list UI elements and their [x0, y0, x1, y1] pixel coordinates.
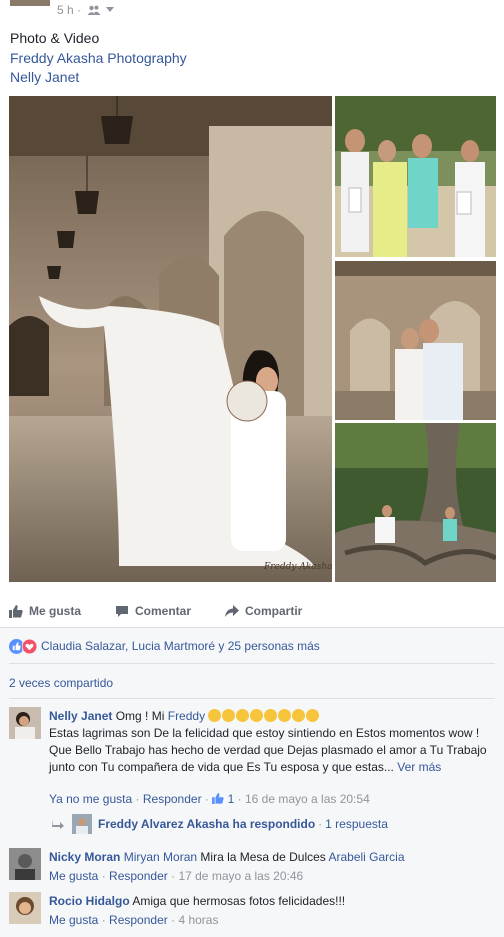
couple-kiss-photo-image	[335, 261, 496, 420]
tears-of-joy-emoji-icon	[264, 709, 278, 722]
main-photo[interactable]: Freddy Akasha	[9, 96, 332, 582]
family-tree-photo-image	[335, 423, 496, 582]
share-button[interactable]: Compartir	[225, 603, 302, 619]
comment-time[interactable]: 16 de mayo a las 20:54	[245, 792, 370, 806]
comment-body: Nelly Janet Omg ! Mi Freddy Estas lagrim…	[49, 708, 497, 776]
reply-count: 1 respuesta	[325, 817, 388, 831]
reactions-text: Claudia Salazar, Lucia Martmoré y 25 per…	[41, 639, 320, 653]
comment-meta: Me gusta · Responder · 17 de mayo a las …	[49, 869, 304, 883]
avatar	[72, 814, 92, 834]
reply-link[interactable]: Responder	[109, 869, 168, 883]
heart-eyes-emoji-icon	[236, 709, 250, 722]
heart-eyes-emoji-icon	[222, 709, 236, 722]
family-photo-love-image	[335, 96, 496, 257]
comment-time[interactable]: 17 de mayo a las 20:46	[178, 869, 303, 883]
main-photo-image: Freddy Akasha	[9, 96, 332, 582]
tears-of-joy-emoji-icon	[292, 709, 306, 722]
mention-link[interactable]: Miryan Moran	[124, 850, 197, 864]
comment-meta: Me gusta · Responder · 4 horas	[49, 913, 219, 927]
reactions-summary[interactable]: Claudia Salazar, Lucia Martmoré y 25 per…	[9, 638, 320, 654]
reply-arrow-icon	[52, 819, 64, 829]
comment-label: Comentar	[135, 604, 192, 618]
avatar[interactable]	[9, 848, 41, 880]
post-timestamp[interactable]: 5 h ·	[57, 3, 81, 17]
reply-link[interactable]: Responder	[143, 792, 202, 806]
post-category: Photo & Video	[10, 30, 100, 46]
like-link[interactable]: Me gusta	[49, 869, 98, 883]
avatar[interactable]	[9, 707, 41, 739]
couple-kiss-photo[interactable]	[335, 261, 496, 420]
avatar[interactable]	[9, 892, 41, 924]
share-icon	[225, 604, 239, 617]
heart-eyes-emoji-icon	[208, 709, 222, 722]
see-more-link[interactable]: Ver más	[397, 760, 441, 774]
tears-of-joy-emoji-icon	[278, 709, 292, 722]
post-header-meta: 5 h ·	[57, 3, 114, 17]
like-button[interactable]: Me gusta	[9, 603, 81, 619]
mention-link[interactable]: Arabeli Garcia	[328, 850, 404, 864]
like-label: Me gusta	[29, 604, 82, 618]
poster-avatar[interactable]	[10, 0, 50, 6]
reply-summary[interactable]: Freddy Alvarez Akasha ha respondido · 1 …	[52, 814, 388, 834]
divider	[9, 698, 495, 699]
friends-icon[interactable]	[87, 5, 101, 15]
love-reaction-icon	[22, 638, 37, 654]
divider	[9, 663, 495, 664]
shares-count-link[interactable]: 2 veces compartido	[9, 676, 113, 690]
comment-button[interactable]: Comentar	[115, 603, 191, 619]
tagged-person-link[interactable]: Nelly Janet	[10, 68, 79, 86]
comment-body: Rocio Hidalgo Amiga que hermosas fotos f…	[49, 893, 497, 910]
comment-author[interactable]: Nicky Moran	[49, 850, 120, 864]
comment-body: Nicky Moran Miryan Moran Mira la Mesa de…	[49, 849, 497, 866]
family-photo-love[interactable]	[335, 96, 496, 257]
emoji-row	[208, 709, 320, 723]
comment-author[interactable]: Nelly Janet	[49, 709, 112, 723]
comment-text: Amiga que hermosas fotos felicidades!!!	[132, 894, 346, 908]
thumbs-up-icon[interactable]	[212, 793, 224, 804]
tears-of-joy-emoji-icon	[306, 709, 320, 722]
comment-author[interactable]: Rocio Hidalgo	[49, 894, 130, 908]
heart-eyes-emoji-icon	[250, 709, 264, 722]
caret-down-icon[interactable]	[105, 7, 114, 13]
family-tree-photo[interactable]	[335, 423, 496, 582]
tagged-page-link[interactable]: Freddy Akasha Photography	[10, 49, 187, 67]
comment-text: Mira la Mesa de Dulces	[200, 850, 326, 864]
comments-section	[0, 627, 504, 937]
photo-watermark: Freddy Akasha	[263, 562, 332, 572]
comment-like-count[interactable]: 1	[228, 792, 235, 806]
comment-meta: Ya no me gusta · Responder · 1 · 16 de m…	[49, 792, 370, 806]
reply-link[interactable]: Responder	[109, 913, 168, 927]
unlike-link[interactable]: Ya no me gusta	[49, 792, 132, 806]
mention-link[interactable]: Freddy	[168, 709, 205, 723]
comment-icon	[116, 605, 128, 617]
like-link[interactable]: Me gusta	[49, 913, 98, 927]
comment-text: Omg ! Mi	[115, 709, 165, 723]
reply-author: Freddy Alvarez Akasha ha respondido	[98, 817, 316, 831]
comment-time[interactable]: 4 horas	[178, 913, 218, 927]
divider	[0, 627, 504, 628]
share-label: Compartir	[245, 604, 303, 618]
thumbs-up-icon	[9, 604, 23, 618]
